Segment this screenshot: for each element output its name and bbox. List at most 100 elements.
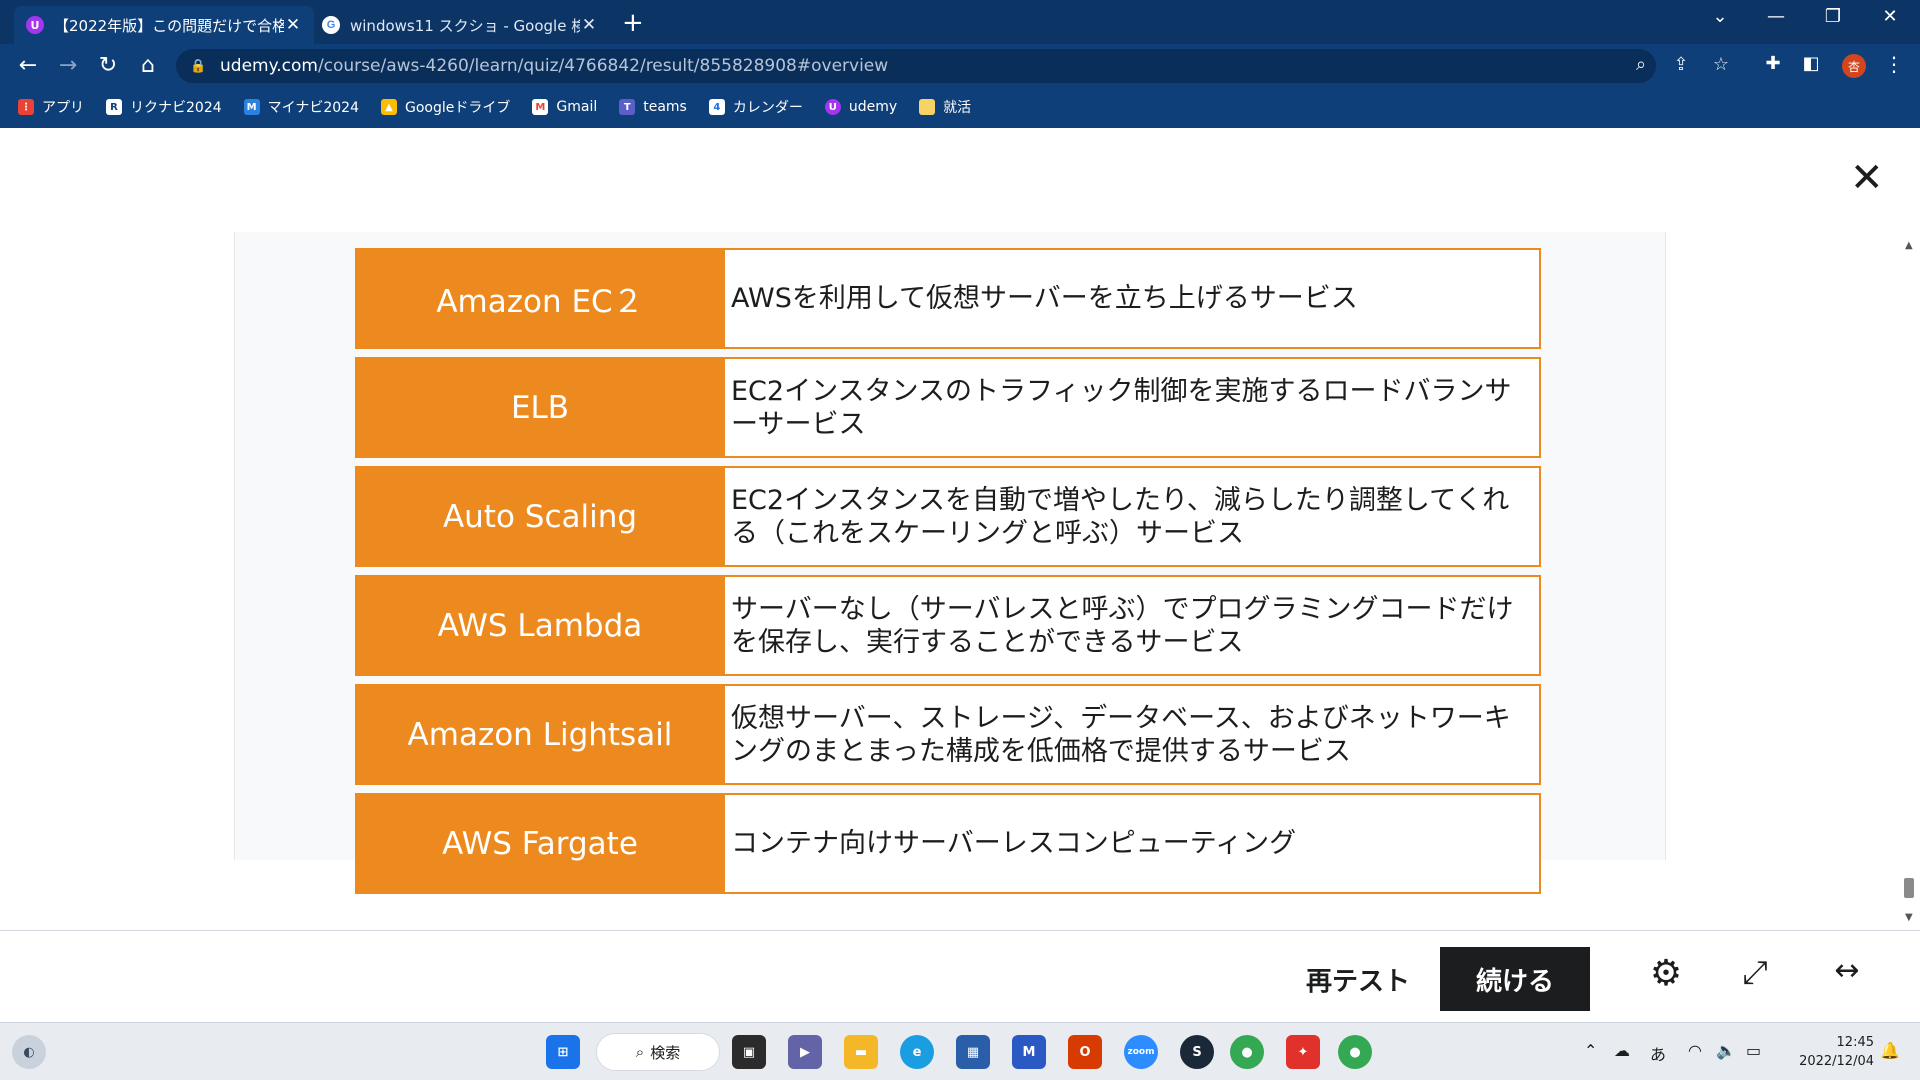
reload-icon[interactable]: ↻ bbox=[94, 52, 122, 80]
bookmark-label: Googleドライブ bbox=[405, 100, 511, 116]
bookmark-label: teams bbox=[643, 99, 687, 115]
onedrive-cloud-icon[interactable]: ☁ bbox=[1614, 1041, 1630, 1060]
page-scrollbar[interactable]: ▲ ▼ bbox=[1900, 232, 1920, 930]
bookmark-apps[interactable]: ⋮ アプリ bbox=[18, 97, 84, 117]
ime-indicator[interactable]: あ bbox=[1650, 1041, 1666, 1065]
teams-chat-icon[interactable]: ▶ bbox=[788, 1035, 822, 1069]
url-path: /course/aws-4260/learn/quiz/4766842/resu… bbox=[317, 56, 889, 76]
share-icon[interactable]: ⇪ bbox=[1668, 54, 1694, 75]
table-row: Amazon Lightsail 仮想サーバー、ストレージ、データベース、および… bbox=[355, 684, 1541, 785]
side-panel-icon[interactable]: ◧ bbox=[1798, 53, 1824, 79]
windows-taskbar: ◐ ⊞ ⌕ 検索 ▣ ▶ ▬ e ▦ M O zoom S ● ✦ ● ⌃ ☁ … bbox=[0, 1022, 1920, 1080]
bookmark-rikunabi[interactable]: R リクナビ2024 bbox=[106, 97, 222, 117]
bookmark-calendar[interactable]: 4 カレンダー bbox=[708, 97, 803, 117]
restore-button[interactable]: ❐ bbox=[1813, 6, 1853, 27]
bookmark-star-icon[interactable]: ☆ bbox=[1708, 54, 1734, 75]
close-tab-icon[interactable]: ✕ bbox=[284, 15, 302, 35]
bookmark-label: カレンダー bbox=[732, 100, 803, 116]
notification-bell-icon[interactable]: 🔔 bbox=[1880, 1041, 1900, 1060]
clock-time: 12:45 bbox=[1836, 1035, 1874, 1050]
store-icon[interactable]: ▦ bbox=[956, 1035, 990, 1069]
office-apps-icon[interactable]: M bbox=[1012, 1035, 1046, 1069]
service-description: EC2インスタンスを自動で増やしたり、減らしたり調整してくれる（これをスケーリン… bbox=[725, 466, 1541, 567]
bookmark-google-drive[interactable]: ▲ Googleドライブ bbox=[381, 97, 510, 117]
service-name: AWS Fargate bbox=[355, 793, 725, 894]
home-icon[interactable]: ⌂ bbox=[134, 52, 162, 80]
file-explorer-icon[interactable]: ▬ bbox=[844, 1035, 878, 1069]
bookmark-mynavi[interactable]: M マイナビ2024 bbox=[243, 97, 359, 117]
bookmark-folder-shukatsu[interactable]: 就活 bbox=[919, 97, 971, 117]
table-row: Amazon EC２ AWSを利用して仮想サーバーを立ち上げるサービス bbox=[355, 248, 1541, 349]
battery-icon[interactable]: ▭ bbox=[1746, 1041, 1761, 1060]
tab-title: 【2022年版】この問題だけで合格可能！ bbox=[54, 16, 284, 35]
bookmarks-bar: ⋮ アプリ R リクナビ2024 M マイナビ2024 ▲ Googleドライブ… bbox=[0, 92, 1920, 122]
chrome-icon[interactable]: ● bbox=[1230, 1035, 1264, 1069]
retest-button[interactable]: 再テスト bbox=[1306, 961, 1410, 998]
task-view-icon[interactable]: ▣ bbox=[732, 1035, 766, 1069]
continue-button[interactable]: 続ける bbox=[1440, 947, 1590, 1011]
bookmark-udemy[interactable]: U udemy bbox=[824, 99, 898, 115]
tray-overflow-chevron-icon[interactable]: ⌃ bbox=[1584, 1041, 1597, 1060]
scroll-down-arrow-icon[interactable]: ▼ bbox=[1905, 912, 1913, 923]
extensions-icon[interactable]: ✚ bbox=[1760, 53, 1786, 79]
menu-kebab-icon[interactable]: ⋮ bbox=[1884, 52, 1904, 76]
zoom-app-icon[interactable]: zoom bbox=[1124, 1035, 1158, 1069]
minimize-button[interactable]: — bbox=[1756, 6, 1796, 27]
widgets-icon[interactable]: ◐ bbox=[12, 1035, 46, 1069]
service-name: AWS Lambda bbox=[355, 575, 725, 676]
taskbar-search[interactable]: ⌕ 検索 bbox=[596, 1033, 720, 1071]
rikunabi-icon: R bbox=[106, 99, 122, 115]
tab-search-icon[interactable]: ⌄ bbox=[1700, 6, 1740, 27]
search-icon: ⌕ bbox=[635, 1043, 645, 1061]
quiz-footer: 再テスト 続ける ⚙ ⤢ ↔ bbox=[0, 930, 1920, 1022]
bookmark-label: アプリ bbox=[42, 100, 84, 116]
address-bar[interactable]: 🔒 udemy.com/course/aws-4260/learn/quiz/4… bbox=[176, 49, 1656, 83]
close-tab-icon[interactable]: ✕ bbox=[580, 15, 598, 35]
profile-avatar[interactable]: 杏 bbox=[1842, 54, 1866, 78]
service-description: 仮想サーバー、ストレージ、データベース、およびネットワーキングのまとまった構成を… bbox=[725, 684, 1541, 785]
udemy-icon: U bbox=[824, 99, 841, 115]
edge-icon[interactable]: e bbox=[900, 1035, 934, 1069]
app-red-icon[interactable]: ✦ bbox=[1286, 1035, 1320, 1069]
udemy-icon: U bbox=[26, 16, 44, 34]
new-tab-button[interactable]: + bbox=[622, 8, 644, 38]
browser-toolbar: ← → ↻ ⌂ 🔒 udemy.com/course/aws-4260/lear… bbox=[0, 44, 1920, 88]
bookmark-gmail[interactable]: M Gmail bbox=[532, 99, 597, 115]
browser-chrome: U 【2022年版】この問題だけで合格可能！ ✕ G windows11 スクシ… bbox=[0, 0, 1920, 128]
clock-date: 2022/12/04 bbox=[1799, 1054, 1874, 1069]
windows-start-icon[interactable]: ⊞ bbox=[546, 1035, 580, 1069]
mynavi-icon: M bbox=[243, 99, 260, 115]
tab-strip: U 【2022年版】この問題だけで合格可能！ ✕ G windows11 スクシ… bbox=[0, 0, 1920, 44]
bookmark-label: マイナビ2024 bbox=[267, 100, 359, 116]
chrome-profile-icon[interactable]: ● bbox=[1338, 1035, 1372, 1069]
gmail-icon: M bbox=[532, 99, 549, 115]
zoom-icon[interactable]: ⌕ bbox=[1628, 54, 1654, 75]
table-row: ELB EC2インスタンスのトラフィック制御を実施するロードバランサーサービス bbox=[355, 357, 1541, 458]
table-row: AWS Lambda サーバーなし（サーバレスと呼ぶ）でプログラミングコードだけ… bbox=[355, 575, 1541, 676]
settings-gear-icon[interactable]: ⚙ bbox=[1641, 953, 1691, 994]
volume-icon[interactable]: 🔈 bbox=[1716, 1041, 1736, 1060]
office-icon[interactable]: O bbox=[1068, 1035, 1102, 1069]
expand-width-icon[interactable]: ↔ bbox=[1820, 953, 1874, 988]
forward-icon[interactable]: → bbox=[54, 52, 82, 80]
wifi-icon[interactable]: ◠ bbox=[1688, 1041, 1702, 1060]
scrollbar-thumb[interactable] bbox=[1904, 878, 1914, 898]
tab-google-search[interactable]: G windows11 スクショ - Google 検索 ✕ bbox=[310, 6, 610, 44]
close-window-button[interactable]: ✕ bbox=[1870, 6, 1910, 27]
fullscreen-expand-icon[interactable]: ⤢ bbox=[1730, 953, 1780, 992]
tab-udemy-quiz[interactable]: U 【2022年版】この問題だけで合格可能！ ✕ bbox=[14, 6, 314, 44]
scroll-up-arrow-icon[interactable]: ▲ bbox=[1905, 240, 1913, 251]
table-row: Auto Scaling EC2インスタンスを自動で増やしたり、減らしたり調整し… bbox=[355, 466, 1541, 567]
bookmark-label: Gmail bbox=[556, 99, 598, 115]
teams-icon: T bbox=[619, 99, 636, 115]
steam-icon[interactable]: S bbox=[1180, 1035, 1214, 1069]
back-icon[interactable]: ← bbox=[14, 52, 42, 80]
google-drive-icon: ▲ bbox=[381, 99, 397, 115]
bookmark-label: udemy bbox=[848, 99, 898, 115]
service-description: AWSを利用して仮想サーバーを立ち上げるサービス bbox=[725, 248, 1541, 349]
bookmark-label: リクナビ2024 bbox=[130, 100, 222, 116]
service-name: ELB bbox=[355, 357, 725, 458]
close-icon[interactable]: ✕ bbox=[1850, 158, 1884, 198]
clock[interactable]: 12:45 2022/12/04 bbox=[1788, 1033, 1874, 1071]
bookmark-teams[interactable]: T teams bbox=[619, 99, 687, 115]
